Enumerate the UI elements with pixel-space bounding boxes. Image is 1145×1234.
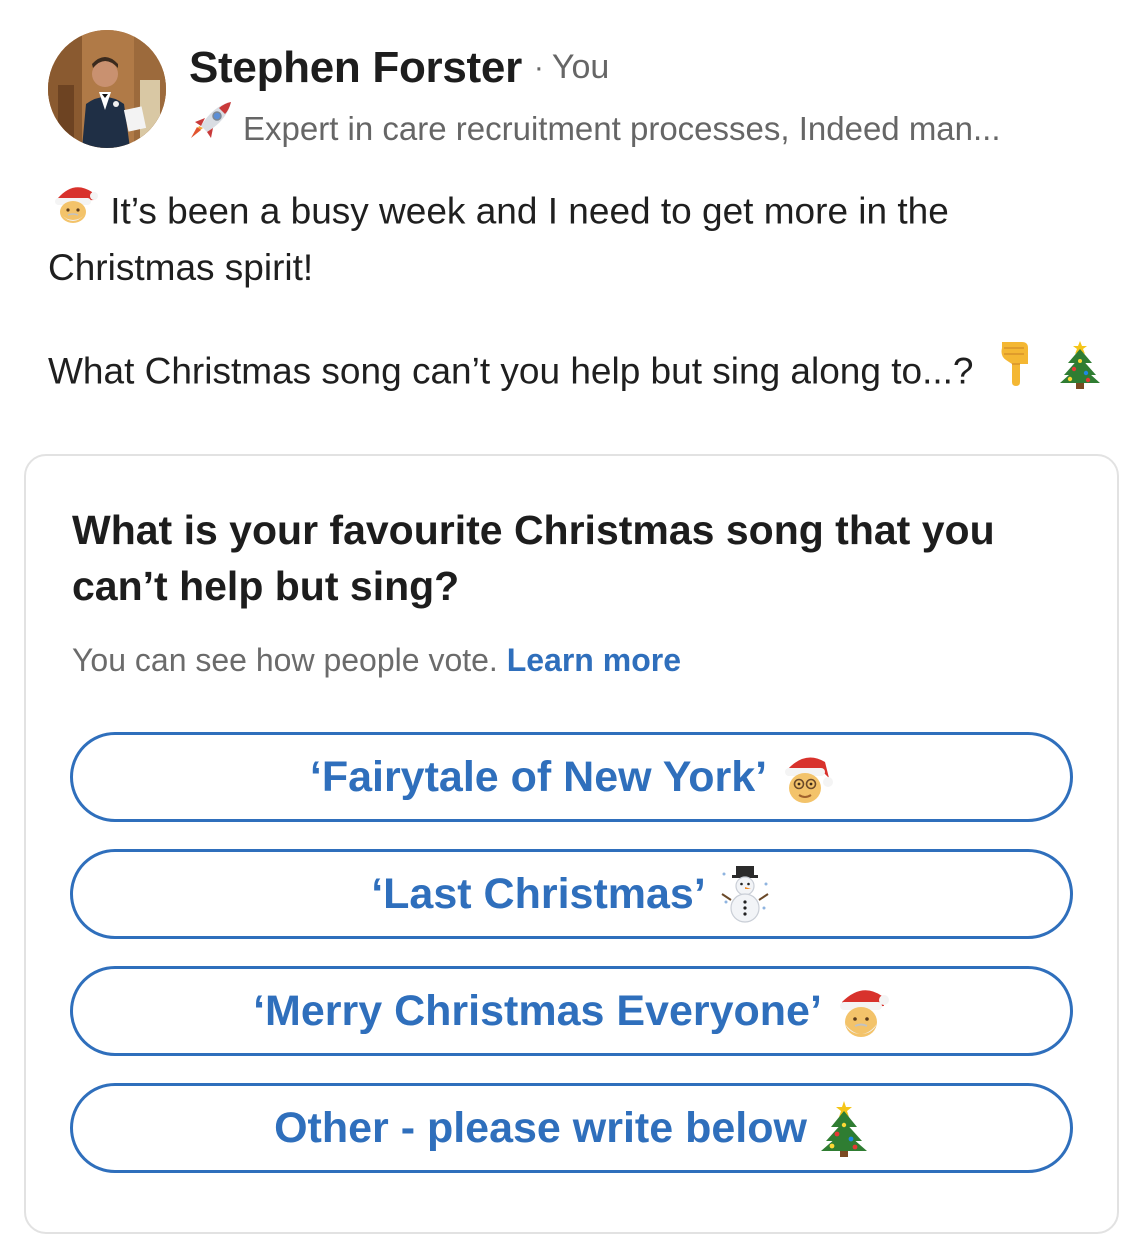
poll-card: What is your favourite Christmas song th…	[24, 454, 1119, 1234]
headline-text: Expert in care recruitment processes, In…	[243, 110, 1001, 147]
author-name-row: Stephen Forster · You	[189, 42, 609, 104]
author-separator: ·	[533, 51, 544, 84]
poll-note-text: You can see how people vote.	[72, 642, 498, 678]
santa-icon	[48, 180, 100, 239]
post-line-2: What Christmas song can’t you help but s…	[48, 350, 974, 392]
santa-icon	[779, 748, 834, 806]
profile-photo	[48, 30, 166, 148]
poll-option-2[interactable]: ‘Last Christmas’	[70, 849, 1073, 939]
christmas-tree-icon	[1058, 337, 1102, 402]
poll-note: You can see how people vote. Learn more	[72, 638, 681, 682]
rocket-icon	[189, 100, 233, 158]
author-name[interactable]: Stephen Forster	[189, 43, 522, 92]
avatar[interactable]	[48, 30, 166, 148]
post-paragraph-1: It’s been a busy week and I need to get …	[48, 184, 1108, 293]
author-relation: You	[551, 48, 610, 86]
snowman-icon	[718, 864, 772, 924]
poll-option-4[interactable]: Other - please write below	[70, 1083, 1073, 1173]
poll-option-3[interactable]: ‘Merry Christmas Everyone’	[70, 966, 1073, 1056]
post-paragraph-2: What Christmas song can’t you help but s…	[48, 341, 1108, 406]
learn-more-link[interactable]: Learn more	[507, 642, 681, 678]
poll-option-label: Other - please write below	[274, 1103, 807, 1152]
poll-question: What is your favourite Christmas song th…	[72, 507, 995, 609]
post-line-1: It’s been a busy week and I need to get …	[48, 190, 949, 288]
pointing-down-hand-icon	[996, 338, 1036, 401]
post-text: It’s been a busy week and I need to get …	[48, 184, 1108, 406]
poll-option-label: ‘Fairytale of New York’	[309, 752, 768, 801]
author-headline: Expert in care recruitment processes, In…	[189, 100, 1001, 158]
santa-icon	[834, 982, 890, 1040]
poll-option-1[interactable]: ‘Fairytale of New York’	[70, 732, 1073, 822]
poll-option-label: ‘Last Christmas’	[371, 869, 706, 918]
poll-option-label: ‘Merry Christmas Everyone’	[253, 986, 822, 1035]
christmas-tree-icon	[819, 1099, 869, 1157]
post-header: Stephen Forster · You Expert in care recru…	[48, 30, 1128, 150]
